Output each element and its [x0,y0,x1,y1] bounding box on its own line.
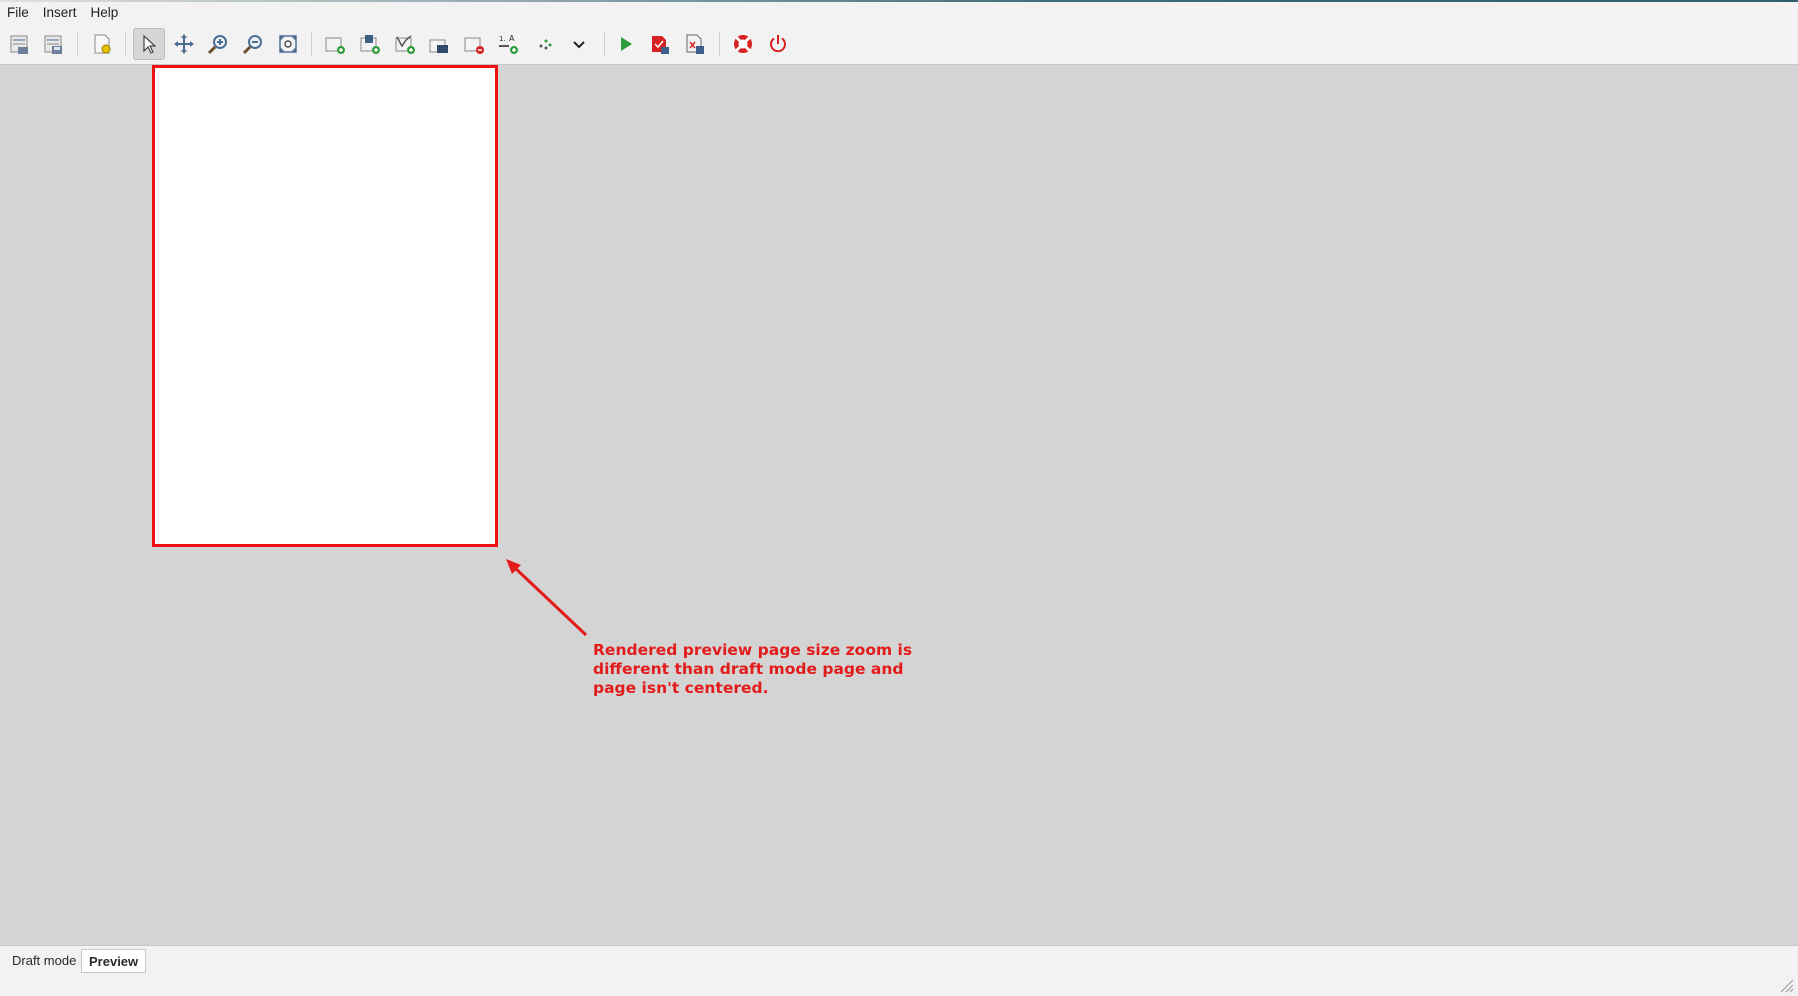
page-settings-icon[interactable] [86,28,118,60]
menu-insert[interactable]: Insert [36,2,84,24]
add-chart-icon[interactable] [389,28,421,60]
menu-file[interactable]: File [0,2,36,24]
add-image-icon[interactable] [354,28,386,60]
add-text-field-icon[interactable]: 1. A [493,28,525,60]
delete-element-icon[interactable] [458,28,490,60]
annotation-note: Rendered preview page size zoom is diffe… [593,641,913,697]
svg-text:A: A [509,34,515,43]
new-report-icon[interactable] [4,28,36,60]
menu-bar: File Insert Help [0,2,1798,24]
status-bar [0,974,1798,996]
zoom-fit-icon[interactable] [272,28,304,60]
zoom-in-icon[interactable] [202,28,234,60]
mode-tab-bar: Draft mode Preview [0,945,1798,975]
rendered-preview-page [152,65,498,547]
pan-icon[interactable] [168,28,200,60]
resize-grip-icon[interactable] [1778,977,1794,993]
align-icon[interactable] [529,28,561,60]
toolbar: 1. A [0,24,1798,65]
preview-canvas[interactable]: Rendered preview page size zoom is diffe… [0,65,1798,945]
help-lifebuoy-icon[interactable] [727,28,759,60]
tab-draft-mode[interactable]: Draft mode [5,949,83,973]
add-shape-icon[interactable] [423,28,455,60]
export-document-icon[interactable] [679,28,711,60]
select-pointer-icon[interactable] [133,28,165,60]
dropdown-chevron-icon[interactable] [563,28,595,60]
open-report-icon[interactable] [38,28,70,60]
tab-preview[interactable]: Preview [81,949,147,973]
svg-text:1.: 1. [499,35,506,43]
power-icon[interactable] [762,28,794,60]
menu-help[interactable]: Help [84,2,126,24]
export-pdf-icon[interactable] [644,28,676,60]
app-window: File Insert Help 1. A Rendered preview p… [0,0,1798,996]
zoom-out-icon[interactable] [237,28,269,60]
run-icon[interactable] [609,28,641,60]
add-page-icon[interactable] [319,28,351,60]
